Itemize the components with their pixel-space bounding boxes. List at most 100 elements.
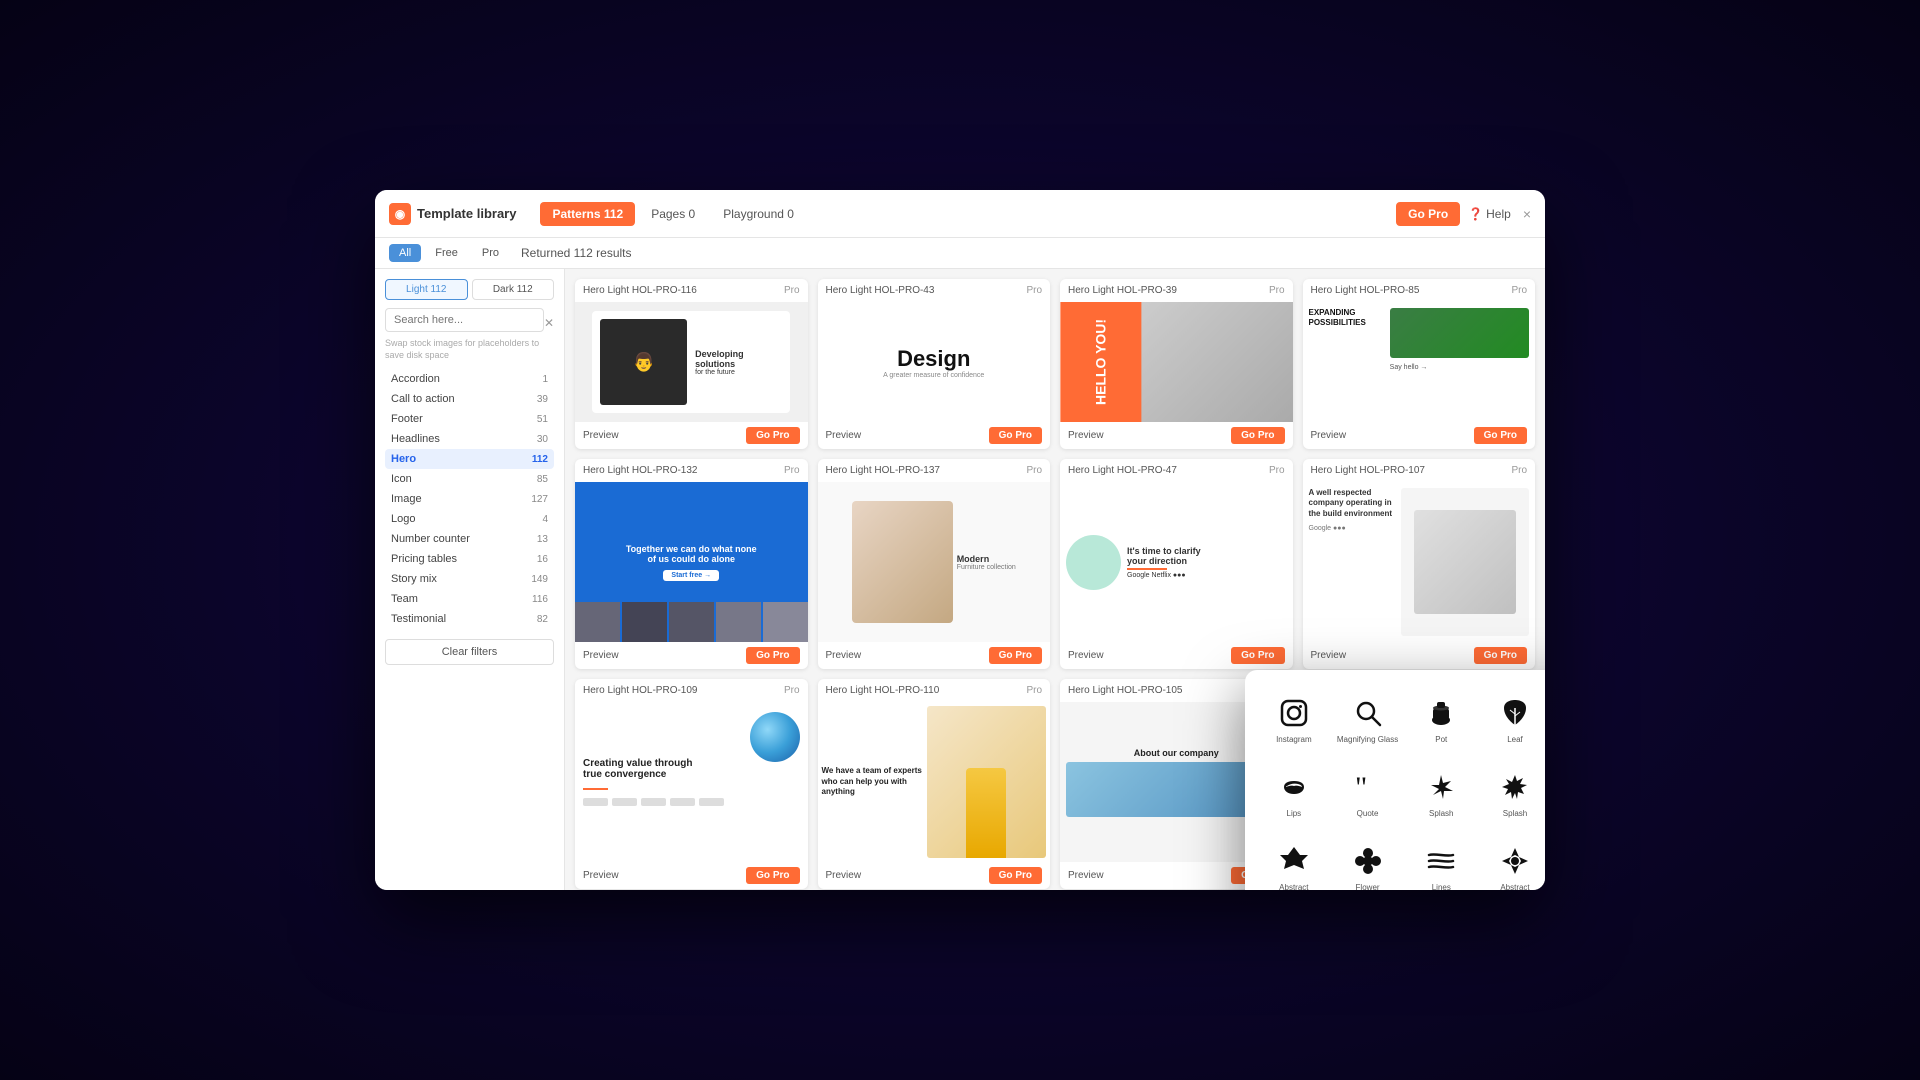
sidebar-item-pricing-tables[interactable]: Pricing tables 16	[385, 549, 554, 569]
card-109-go-pro[interactable]: Go Pro	[746, 867, 799, 884]
sidebar: Light 112 Dark 112 ✕ Swap stock images f…	[375, 269, 565, 890]
sidebar-item-footer[interactable]: Footer 51	[385, 409, 554, 429]
card-109-header: Hero Light HOL-PRO-109 Pro	[575, 679, 808, 702]
card-47-footer: Preview Go Pro	[1060, 642, 1293, 669]
card-85-image: EXPANDINGPOSSIBILITIES Say hello →	[1303, 302, 1536, 422]
card-47-go-pro[interactable]: Go Pro	[1231, 647, 1284, 664]
sidebar-item-team[interactable]: Team 116	[385, 589, 554, 609]
card-110-header: Hero Light HOL-PRO-110 Pro	[818, 679, 1051, 702]
card-47-preview[interactable]: Preview	[1068, 650, 1104, 661]
card-137-preview[interactable]: Preview	[826, 650, 862, 661]
card-107-preview[interactable]: Preview	[1311, 650, 1347, 661]
help-button[interactable]: ❓ Help	[1468, 207, 1511, 221]
sidebar-item-image[interactable]: Image 127	[385, 489, 554, 509]
card-43-footer: Preview Go Pro	[818, 422, 1051, 449]
icon-splash1[interactable]: Splash	[1408, 760, 1474, 826]
card-39-go-pro[interactable]: Go Pro	[1231, 427, 1284, 444]
filter-tabs: All Free Pro	[389, 244, 509, 262]
card-137-badge: Pro	[1026, 465, 1042, 476]
card-39-preview[interactable]: Preview	[1068, 430, 1104, 441]
icon-pot[interactable]: Pot	[1408, 686, 1474, 752]
lines-label: Lines	[1432, 883, 1451, 891]
icon-magnifying-glass[interactable]: Magnifying Glass	[1335, 686, 1401, 752]
go-pro-button[interactable]: Go Pro	[1396, 202, 1460, 226]
card-109-preview[interactable]: Preview	[583, 870, 619, 881]
card-110-title: Hero Light HOL-PRO-110	[826, 685, 940, 696]
icon-instagram[interactable]: Instagram	[1261, 686, 1327, 752]
icon-panel: Instagram Magnifying Glass Pot	[1245, 670, 1545, 890]
icon-quote[interactable]: " Quote	[1335, 760, 1401, 826]
pot-icon	[1423, 695, 1459, 731]
card-43-header: Hero Light HOL-PRO-43 Pro	[818, 279, 1051, 302]
card-116-go-pro[interactable]: Go Pro	[746, 427, 799, 444]
icon-abstract2[interactable]: Abstract	[1482, 834, 1545, 890]
sidebar-item-call-to-action[interactable]: Call to action 39	[385, 389, 554, 409]
card-110-go-pro[interactable]: Go Pro	[989, 867, 1042, 884]
sidebar-item-logo[interactable]: Logo 4	[385, 509, 554, 529]
icon-abstract1[interactable]: Abstract	[1261, 834, 1327, 890]
card-105-preview[interactable]: Preview	[1068, 870, 1104, 881]
filter-pro[interactable]: Pro	[472, 244, 509, 262]
card-39-badge: Pro	[1269, 285, 1285, 296]
sidebar-item-hero[interactable]: Hero 112	[385, 449, 554, 469]
instagram-icon	[1276, 695, 1312, 731]
search-input[interactable]	[385, 308, 544, 332]
card-110-preview[interactable]: Preview	[826, 870, 862, 881]
theme-dark-btn[interactable]: Dark 112	[472, 279, 555, 300]
flower-icon	[1350, 843, 1386, 879]
card-43-preview[interactable]: Preview	[826, 430, 862, 441]
filter-free[interactable]: Free	[425, 244, 468, 262]
card-116-title: Hero Light HOL-PRO-116	[583, 285, 697, 296]
icon-leaf[interactable]: Leaf	[1482, 686, 1545, 752]
card-85-go-pro[interactable]: Go Pro	[1474, 427, 1527, 444]
card-43-go-pro[interactable]: Go Pro	[989, 427, 1042, 444]
sidebar-item-headlines[interactable]: Headlines 30	[385, 429, 554, 449]
icon-lips[interactable]: Lips	[1261, 760, 1327, 826]
card-132-preview[interactable]: Preview	[583, 650, 619, 661]
filter-all[interactable]: All	[389, 244, 421, 262]
leaf-icon	[1497, 695, 1533, 731]
header: ◉ Template library Patterns 112 Pages 0 …	[375, 190, 1545, 238]
card-85-preview[interactable]: Preview	[1311, 430, 1347, 441]
sidebar-item-testimonial[interactable]: Testimonial 82	[385, 609, 554, 629]
card-107-go-pro[interactable]: Go Pro	[1474, 647, 1527, 664]
card-47-badge: Pro	[1269, 465, 1285, 476]
quote-icon: "	[1350, 769, 1386, 805]
card-110-footer: Preview Go Pro	[818, 862, 1051, 889]
sidebar-item-accordion[interactable]: Accordion 1	[385, 369, 554, 389]
clear-filters-button[interactable]: Clear filters	[385, 639, 554, 665]
lips-icon	[1276, 769, 1312, 805]
card-132-btn: Start free →	[663, 570, 719, 581]
tab-pages[interactable]: Pages 0	[639, 202, 707, 226]
splash-label: Splash	[1429, 809, 1453, 818]
card-132: Hero Light HOL-PRO-132 Pro Together we c…	[575, 459, 808, 669]
header-right: Go Pro ❓ Help ×	[1396, 202, 1531, 226]
icon-flower[interactable]: Flower	[1335, 834, 1401, 890]
sidebar-item-story-mix[interactable]: Story mix 149	[385, 569, 554, 589]
icon-splash2[interactable]: Splash	[1482, 760, 1545, 826]
tab-playground[interactable]: Playground 0	[711, 202, 806, 226]
sidebar-item-number-counter[interactable]: Number counter 13	[385, 529, 554, 549]
close-button[interactable]: ×	[1523, 206, 1531, 222]
card-107-footer: Preview Go Pro	[1303, 642, 1536, 669]
card-110-text: We have a team of experts who can help y…	[822, 766, 923, 797]
card-43-title: Hero Light HOL-PRO-43	[826, 285, 935, 296]
logo-area: ◉ Template library	[389, 203, 516, 225]
sidebar-item-icon[interactable]: Icon 85	[385, 469, 554, 489]
card-110-badge: Pro	[1026, 685, 1042, 696]
clear-search-icon[interactable]: ✕	[544, 316, 554, 330]
card-137-header: Hero Light HOL-PRO-137 Pro	[818, 459, 1051, 482]
card-109-badge: Pro	[784, 685, 800, 696]
card-109-title: Hero Light HOL-PRO-109	[583, 685, 698, 696]
tab-patterns[interactable]: Patterns 112	[540, 202, 635, 226]
card-132-text: Together we can do what noneof us could …	[626, 544, 757, 564]
card-132-go-pro[interactable]: Go Pro	[746, 647, 799, 664]
card-43-sub-text: A greater measure of confidence	[883, 372, 984, 379]
theme-light-btn[interactable]: Light 112	[385, 279, 468, 300]
card-137-go-pro[interactable]: Go Pro	[989, 647, 1042, 664]
card-137: Hero Light HOL-PRO-137 Pro Modern Furnit…	[818, 459, 1051, 669]
svg-text:": "	[1355, 771, 1367, 803]
card-116-preview[interactable]: Preview	[583, 430, 619, 441]
lines-icon	[1423, 843, 1459, 879]
icon-lines[interactable]: Lines	[1408, 834, 1474, 890]
